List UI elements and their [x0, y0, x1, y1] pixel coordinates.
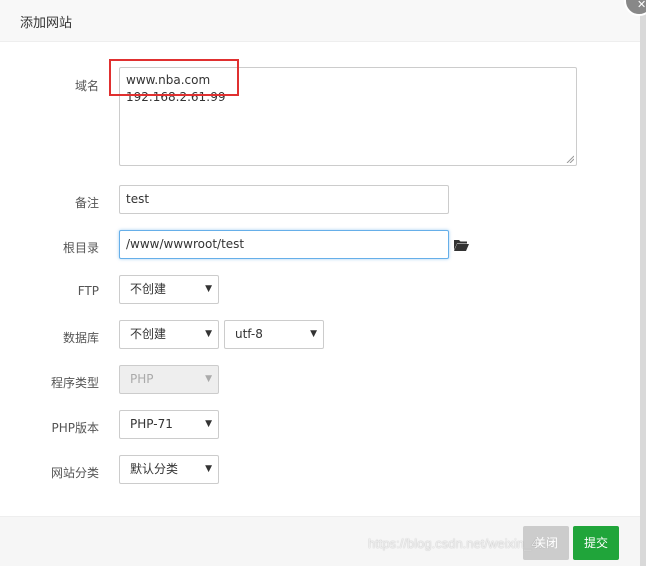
dialog-title: 添加网站: [20, 16, 73, 31]
site-category-label: 网站分类: [50, 466, 99, 480]
resize-grip-icon[interactable]: [566, 155, 574, 163]
caret-down-icon: ▼: [205, 329, 212, 339]
domain-highlight-box: [109, 59, 239, 96]
database-label: 数据库: [62, 331, 99, 345]
charset-select[interactable]: utf-8 ▼: [224, 320, 324, 349]
remark-label: 备注: [74, 196, 99, 210]
caret-down-icon: ▼: [205, 464, 212, 474]
charset-select-value: utf-8: [235, 327, 263, 341]
php-version-value: PHP-71: [130, 417, 173, 431]
domain-label: 域名: [74, 79, 99, 93]
caret-down-icon: ▼: [205, 419, 212, 429]
root-dir-label: 根目录: [62, 241, 99, 255]
site-category-select[interactable]: 默认分类 ▼: [119, 455, 219, 484]
close-icon: ✕: [637, 0, 646, 11]
add-site-dialog: 添加网站 域名 www.nba.com 192.168.2.61:99 备注 t…: [0, 0, 640, 566]
ftp-label: FTP: [77, 284, 99, 298]
dialog-header: 添加网站: [0, 0, 640, 42]
remark-input[interactable]: test: [119, 185, 449, 214]
ftp-select[interactable]: 不创建 ▼: [119, 275, 219, 304]
program-type-value: PHP: [130, 372, 154, 386]
program-type-select: PHP ▼: [119, 365, 219, 394]
php-version-label: PHP版本: [51, 421, 100, 435]
php-version-select[interactable]: PHP-71 ▼: [119, 410, 219, 439]
ftp-select-value: 不创建: [130, 282, 167, 296]
caret-down-icon: ▼: [310, 329, 317, 339]
database-select-value: 不创建: [130, 327, 167, 341]
root-dir-input[interactable]: /www/wwwroot/test: [119, 230, 449, 259]
backdrop-edge: [640, 0, 646, 566]
caret-down-icon: ▼: [205, 284, 212, 294]
database-select[interactable]: 不创建 ▼: [119, 320, 219, 349]
caret-down-icon: ▼: [205, 374, 212, 384]
folder-open-icon[interactable]: [453, 238, 469, 252]
watermark-text: https://blog.csdn.net/weixin_4...: [368, 536, 550, 551]
site-category-value: 默认分类: [130, 462, 179, 476]
program-type-label: 程序类型: [50, 376, 99, 390]
submit-button[interactable]: 提交: [573, 526, 619, 560]
